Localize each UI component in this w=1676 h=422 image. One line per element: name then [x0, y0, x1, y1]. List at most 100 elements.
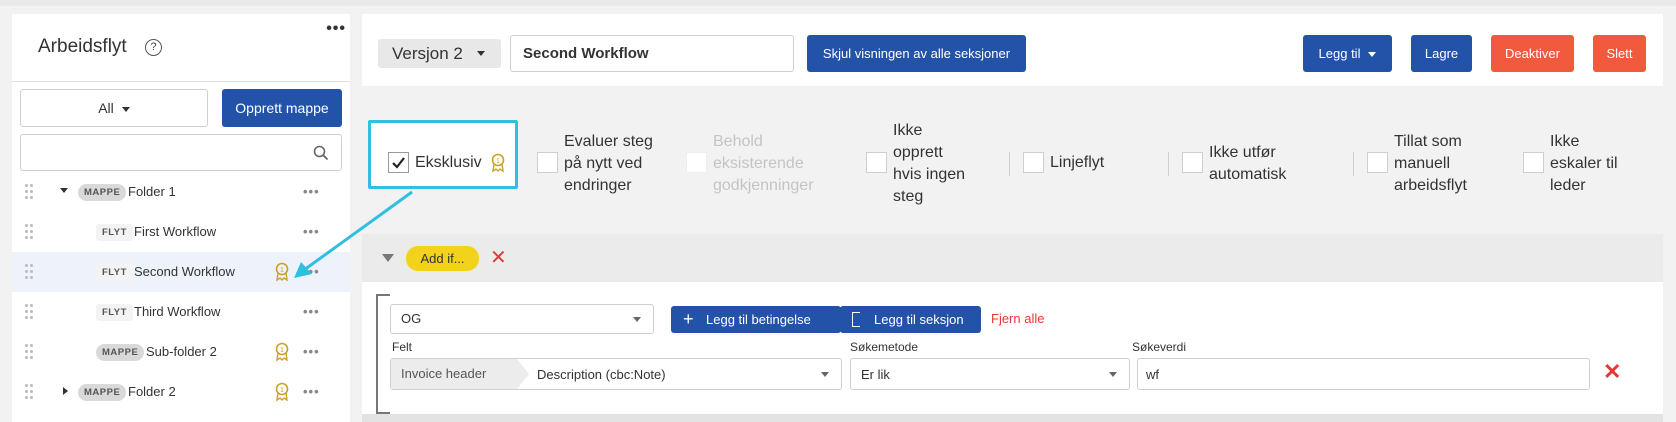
drag-handle-icon[interactable] — [25, 344, 33, 360]
filter-select[interactable]: All — [20, 89, 208, 127]
collapse-toggle-icon[interactable] — [382, 254, 394, 262]
tree-row-first-workflow[interactable]: FLYT First Workflow ••• — [12, 212, 350, 252]
sidebar-more-icon[interactable]: ••• — [326, 20, 346, 38]
option-label: Ikke opprett hvis ingen steg — [893, 120, 983, 208]
chevron-down-icon — [477, 51, 485, 56]
option-label-line: Ikke — [1550, 133, 1580, 150]
checkmark-icon — [392, 157, 405, 169]
keep-approvals-checkbox — [686, 152, 707, 173]
flow-badge: FLYT — [96, 304, 133, 321]
add-dropdown-button[interactable]: Legg til — [1303, 35, 1392, 72]
remove-all-link[interactable]: Fjern alle — [991, 311, 1044, 326]
add-condition-label: Legg til betingelse — [706, 312, 811, 327]
add-section-button[interactable]: Legg til seksjon — [840, 306, 981, 333]
tree-row-folder-1[interactable]: MAPPE Folder 1 ••• — [12, 172, 350, 212]
remove-condition-icon[interactable]: ✕ — [1603, 359, 1621, 385]
flow-badge: FLYT — [96, 224, 133, 241]
no-escalate-checkbox[interactable] — [1523, 152, 1544, 173]
field-select[interactable]: Invoice header Description (cbc:Note) — [390, 358, 842, 390]
flow-badge: FLYT — [96, 264, 133, 281]
field-prefix: Invoice header — [391, 359, 529, 389]
save-button[interactable]: Lagre — [1411, 35, 1472, 72]
workflow-name-input[interactable]: Second Workflow — [510, 35, 794, 72]
drag-handle-icon[interactable] — [25, 224, 33, 240]
add-condition-button[interactable]: + Legg til betingelse — [671, 306, 841, 333]
row-more-icon[interactable]: ••• — [303, 304, 320, 319]
field-value: Description (cbc:Note) — [537, 367, 666, 382]
search-value-input[interactable]: wf — [1137, 358, 1590, 390]
tree-row-folder-2[interactable]: MAPPE Folder 2 1 ••• — [12, 372, 350, 412]
option-label-line: eskaler til — [1550, 155, 1618, 172]
delete-button[interactable]: Slett — [1593, 35, 1646, 72]
svg-text:1: 1 — [280, 347, 284, 354]
line-flow-checkbox[interactable] — [1023, 152, 1044, 173]
row-more-icon[interactable]: ••• — [303, 344, 320, 359]
option-label-line: steg — [893, 188, 924, 205]
option-label: Eksklusiv — [415, 154, 482, 171]
allow-manual-checkbox[interactable] — [1367, 152, 1388, 173]
option-label-line: Tillat som — [1394, 133, 1462, 150]
section-header: Add if... ✕ — [362, 234, 1663, 282]
version-dropdown[interactable]: Versjon 2 — [378, 39, 501, 68]
option-label-line: automatisk — [1209, 166, 1287, 183]
award-icon: 1 — [275, 342, 289, 362]
remove-section-icon[interactable]: ✕ — [490, 246, 507, 270]
search-icon[interactable] — [313, 145, 329, 161]
drag-handle-icon[interactable] — [25, 264, 33, 280]
svg-text:1: 1 — [280, 387, 284, 394]
tree-label[interactable]: Third Workflow — [134, 304, 220, 319]
add-if-button[interactable]: Add if... — [406, 246, 479, 271]
tree-label[interactable]: Folder 1 — [128, 184, 176, 199]
drag-handle-icon[interactable] — [25, 384, 33, 400]
svg-text:1: 1 — [496, 158, 500, 165]
tree-label[interactable]: First Workflow — [134, 224, 216, 239]
tree-label[interactable]: Second Workflow — [134, 264, 235, 279]
option-label-line: leder — [1550, 177, 1586, 194]
search-input[interactable] — [20, 134, 342, 171]
help-icon[interactable]: ? — [145, 39, 162, 56]
tree-label[interactable]: Folder 2 — [128, 384, 176, 399]
option-label-line: arbeidsflyt — [1394, 177, 1467, 194]
tree-row-sub-folder-2[interactable]: MAPPE Sub-folder 2 1 ••• — [12, 332, 350, 372]
folder-badge: MAPPE — [78, 184, 127, 201]
field-header: Felt — [392, 340, 413, 354]
option-divider — [1168, 152, 1169, 176]
drag-handle-icon[interactable] — [25, 304, 33, 320]
tree-row-third-workflow[interactable]: FLYT Third Workflow ••• — [12, 292, 350, 332]
expand-caret-icon[interactable] — [60, 188, 68, 193]
operator-select[interactable]: OG — [390, 304, 654, 334]
filter-value: All — [98, 100, 114, 116]
chevron-down-icon — [821, 372, 829, 377]
svg-text:1: 1 — [280, 267, 284, 274]
row-more-icon[interactable]: ••• — [303, 384, 320, 399]
expand-caret-icon[interactable] — [63, 387, 68, 395]
group-bracket — [376, 294, 390, 414]
top-strip — [0, 0, 1676, 6]
create-folder-button[interactable]: Opprett mappe — [222, 89, 342, 127]
option-label: Ikke utfør automatisk — [1209, 142, 1309, 186]
method-select[interactable]: Er lik — [850, 358, 1130, 390]
option-label-line: hvis ingen — [893, 166, 966, 183]
reevaluate-checkbox[interactable] — [537, 152, 558, 173]
exclusive-checkbox[interactable] — [388, 152, 409, 173]
hide-all-sections-button[interactable]: Skjul visningen av alle seksjoner — [807, 35, 1026, 72]
chevron-down-icon — [121, 106, 130, 112]
row-more-icon[interactable]: ••• — [303, 224, 320, 239]
add-section-label: Legg til seksjon — [874, 312, 964, 327]
row-more-icon[interactable]: ••• — [303, 264, 320, 279]
sidebar-title: Arbeidsflyt — [38, 36, 127, 57]
option-label-line: endringer — [564, 177, 632, 194]
drag-handle-icon[interactable] — [25, 184, 33, 200]
row-more-icon[interactable]: ••• — [303, 184, 320, 199]
deactivate-button[interactable]: Deaktiver — [1491, 35, 1574, 72]
tree-row-second-workflow[interactable]: FLYT Second Workflow 1 ••• — [12, 252, 350, 292]
tree-label[interactable]: Sub-folder 2 — [146, 344, 217, 359]
method-value: Er lik — [861, 367, 890, 382]
no-create-checkbox[interactable] — [866, 152, 887, 173]
option-label: Ikke eskaler til leder — [1550, 131, 1650, 197]
add-label: Legg til — [1318, 46, 1361, 61]
no-auto-checkbox[interactable] — [1182, 152, 1203, 173]
workflow-toolbar: Versjon 2 Second Workflow Skjul visninge… — [362, 14, 1663, 86]
award-icon: 1 — [491, 153, 505, 173]
plus-icon: + — [683, 309, 694, 329]
